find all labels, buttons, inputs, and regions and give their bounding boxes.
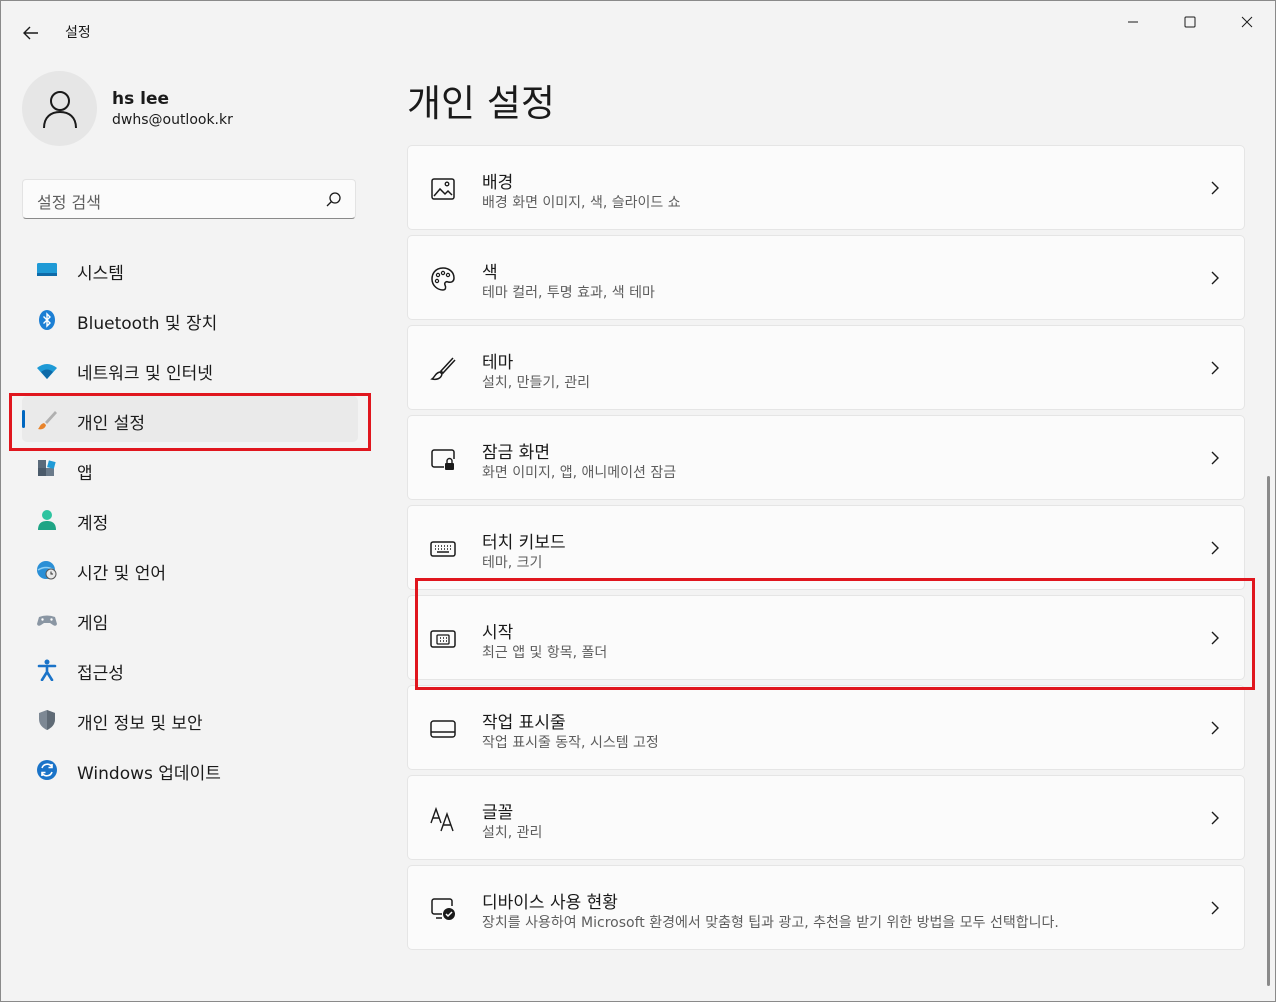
sidebar-item-system[interactable]: 시스템 — [22, 246, 358, 292]
back-arrow-icon — [23, 26, 38, 40]
sidebar-item-label: 네트워크 및 인터넷 — [77, 364, 213, 384]
scrollbar[interactable] — [1267, 476, 1270, 986]
update-icon — [37, 760, 57, 780]
minimize-button[interactable] — [1111, 7, 1155, 37]
card-title: 작업 표시줄 — [482, 713, 566, 733]
chevron-right-icon — [1211, 811, 1219, 825]
account-icon — [38, 510, 56, 530]
chevron-right-icon — [1211, 541, 1219, 555]
chevron-right-icon — [1211, 721, 1219, 735]
sidebar-item-gaming[interactable]: 게임 — [22, 596, 358, 642]
user-profile[interactable]: hs lee dwhs@outlook.kr — [22, 71, 362, 151]
brush-icon — [430, 357, 456, 381]
apps-icon — [38, 460, 56, 476]
card-device-usage[interactable]: 디바이스 사용 현황 장치를 사용하여 Microsoft 환경에서 맞춤형 팁… — [407, 865, 1245, 950]
sidebar-item-label: 게임 — [77, 614, 109, 634]
card-fonts[interactable]: 글꼴 설치, 관리 — [407, 775, 1245, 860]
sidebar-item-label: 앱 — [77, 464, 93, 484]
card-title: 색 — [482, 263, 498, 283]
close-button[interactable] — [1225, 7, 1269, 37]
card-title: 디바이스 사용 현황 — [482, 893, 618, 913]
sidebar-item-label: Windows 업데이트 — [77, 764, 221, 784]
search-icon — [326, 192, 341, 207]
maximize-button[interactable] — [1168, 7, 1212, 37]
card-subtitle: 테마, 크기 — [482, 555, 543, 571]
sidebar-item-network[interactable]: 네트워크 및 인터넷 — [22, 346, 358, 392]
card-taskbar[interactable]: 작업 표시줄 작업 표시줄 동작, 시스템 고정 — [407, 685, 1245, 770]
settings-list: 배경 배경 화면 이미지, 색, 슬라이드 쇼 색 테마 컬러, 투명 효과, … — [407, 145, 1245, 955]
palette-icon — [431, 267, 455, 291]
card-subtitle: 설치, 만들기, 관리 — [482, 375, 590, 391]
user-name: hs lee — [112, 89, 170, 109]
sidebar-item-label: 접근성 — [77, 664, 124, 684]
accessibility-icon — [37, 659, 57, 681]
chevron-right-icon — [1211, 181, 1219, 195]
sidebar-item-label: 시스템 — [77, 264, 124, 284]
font-icon — [430, 806, 454, 832]
sidebar-item-label: 시간 및 언어 — [77, 564, 167, 584]
device-usage-icon — [431, 898, 455, 920]
avatar — [22, 71, 97, 146]
highlight-box-start — [415, 578, 1255, 690]
sidebar-item-privacy-security[interactable]: 개인 정보 및 보안 — [22, 696, 358, 742]
sidebar-item-apps[interactable]: 앱 — [22, 446, 358, 492]
bluetooth-icon — [39, 310, 55, 330]
card-subtitle: 장치를 사용하여 Microsoft 환경에서 맞춤형 팁과 광고, 추천을 받… — [482, 915, 1059, 931]
wifi-icon — [37, 364, 57, 379]
card-subtitle: 설치, 관리 — [482, 825, 543, 841]
shield-icon — [39, 710, 55, 730]
app-title: 설정 — [65, 25, 91, 41]
settings-window: 설정 hs lee dwhs@outlook.kr 설정 검색 시스템 Blue… — [0, 0, 1276, 1002]
image-icon — [431, 178, 455, 200]
sidebar-nav: 시스템 Bluetooth 및 장치 네트워크 및 인터넷 개인 설정 앱 계정… — [22, 246, 358, 796]
highlight-box-sidebar — [9, 393, 371, 451]
taskbar-icon — [430, 720, 456, 738]
sidebar-item-accounts[interactable]: 계정 — [22, 496, 358, 542]
sidebar-item-time-language[interactable]: 시간 및 언어 — [22, 546, 358, 592]
chevron-right-icon — [1211, 361, 1219, 375]
card-title: 글꼴 — [482, 803, 514, 823]
card-lock-screen[interactable]: 잠금 화면 화면 이미지, 앱, 애니메이션 잠금 — [407, 415, 1245, 500]
card-subtitle: 테마 컬러, 투명 효과, 색 테마 — [482, 285, 655, 301]
sidebar-item-label: Bluetooth 및 장치 — [77, 314, 218, 334]
card-title: 테마 — [482, 353, 514, 373]
card-subtitle: 작업 표시줄 동작, 시스템 고정 — [482, 735, 659, 751]
card-title: 터치 키보드 — [482, 533, 566, 553]
close-icon — [1241, 16, 1253, 28]
card-title: 잠금 화면 — [482, 443, 550, 463]
system-icon — [37, 263, 57, 276]
sidebar-item-bluetooth[interactable]: Bluetooth 및 장치 — [22, 296, 358, 342]
card-subtitle: 배경 화면 이미지, 색, 슬라이드 쇼 — [482, 195, 681, 211]
card-themes[interactable]: 테마 설치, 만들기, 관리 — [407, 325, 1245, 410]
chevron-right-icon — [1211, 451, 1219, 465]
card-subtitle: 화면 이미지, 앱, 애니메이션 잠금 — [482, 465, 677, 481]
globe-clock-icon — [37, 561, 57, 580]
card-colors[interactable]: 색 테마 컬러, 투명 효과, 색 테마 — [407, 235, 1245, 320]
keyboard-icon — [430, 541, 456, 557]
search-placeholder: 설정 검색 — [37, 193, 101, 212]
card-title: 배경 — [482, 173, 514, 193]
sidebar-item-label: 개인 정보 및 보안 — [77, 714, 203, 734]
title-bar: 설정 — [1, 1, 1275, 45]
card-background[interactable]: 배경 배경 화면 이미지, 색, 슬라이드 쇼 — [407, 145, 1245, 230]
person-icon — [42, 90, 77, 128]
page-title: 개인 설정 — [407, 82, 555, 125]
maximize-icon — [1184, 16, 1196, 28]
sidebar-item-windows-update[interactable]: Windows 업데이트 — [22, 746, 358, 792]
back-button[interactable] — [15, 17, 47, 49]
sidebar-item-label: 계정 — [77, 514, 109, 534]
chevron-right-icon — [1211, 271, 1219, 285]
sidebar-item-accessibility[interactable]: 접근성 — [22, 646, 358, 692]
user-email: dwhs@outlook.kr — [112, 112, 233, 128]
minimize-icon — [1128, 21, 1138, 23]
lock-screen-icon — [431, 449, 455, 470]
gamepad-icon — [37, 615, 57, 626]
chevron-right-icon — [1211, 901, 1219, 915]
search-input[interactable]: 설정 검색 — [22, 179, 356, 219]
